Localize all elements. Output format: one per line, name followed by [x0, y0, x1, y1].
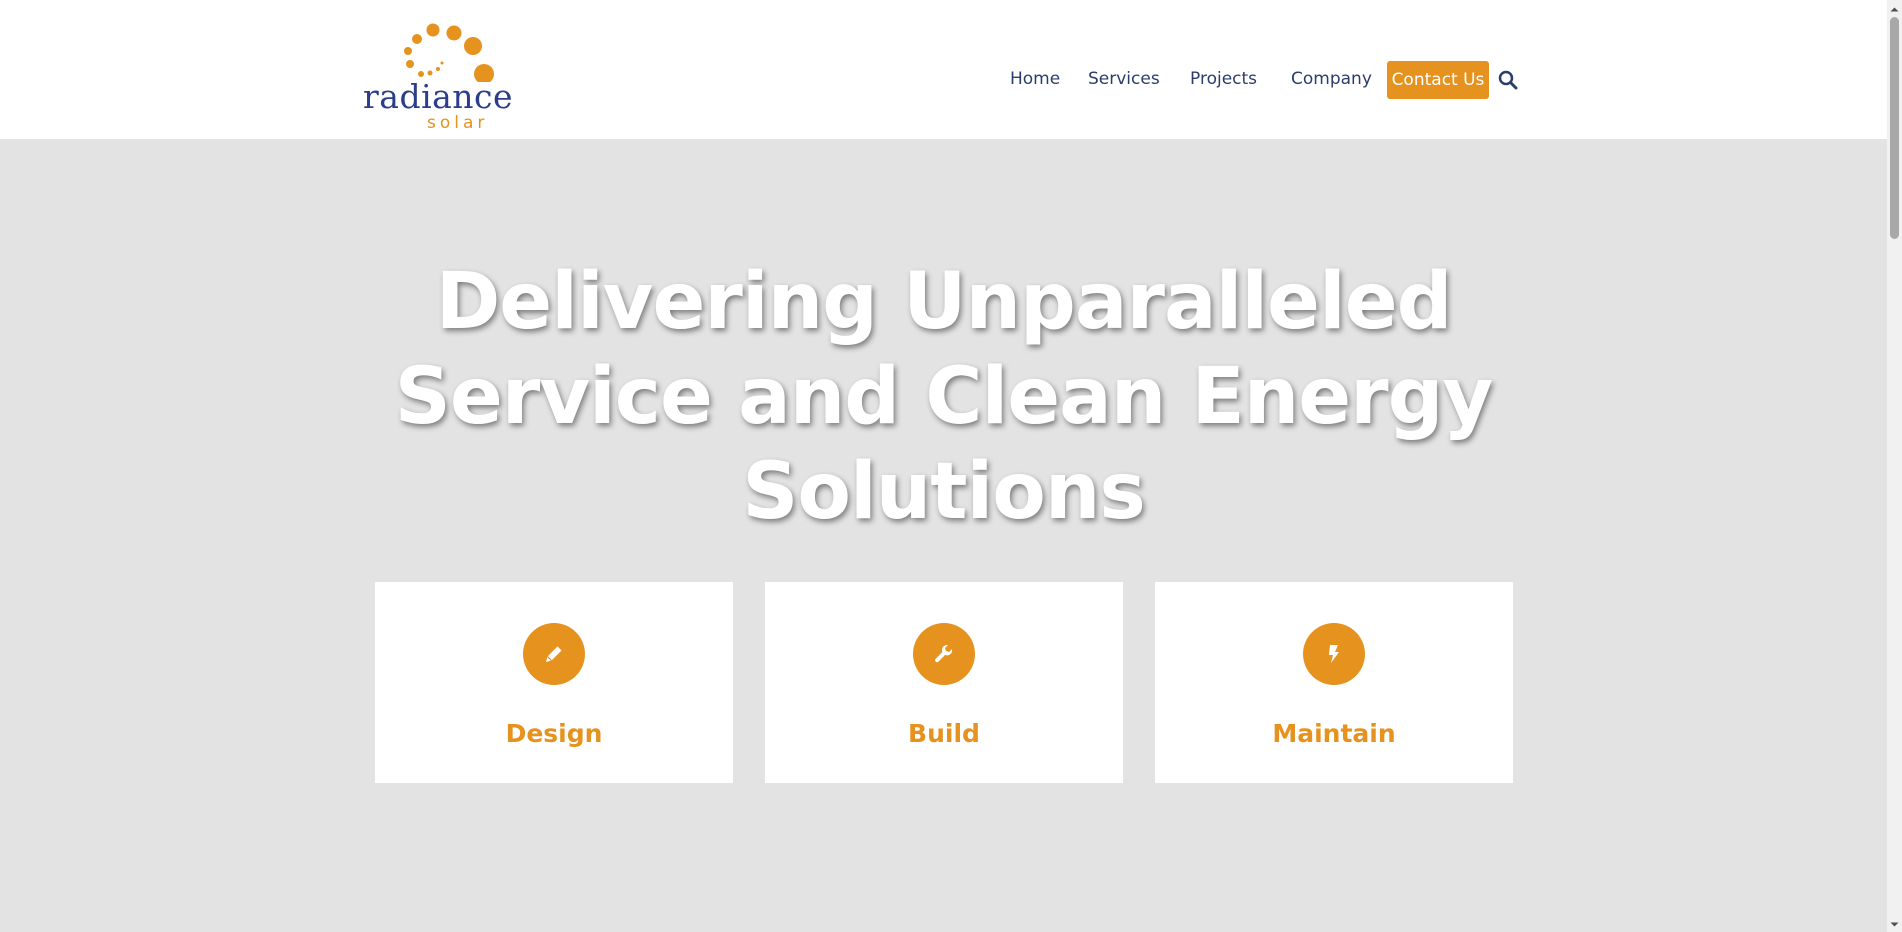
search-icon[interactable]: [1498, 70, 1518, 90]
hero-line-3: Solutions: [742, 447, 1146, 537]
scroll-up-arrow-icon[interactable]: [1887, 2, 1902, 17]
site-header: radiance solar Home Services Projects Co…: [0, 0, 1887, 139]
contact-us-button[interactable]: Contact Us: [1387, 61, 1489, 99]
bolt-icon: [1303, 623, 1365, 685]
design-card[interactable]: Design: [375, 582, 733, 783]
scroll-down-arrow-icon[interactable]: [1887, 917, 1902, 932]
logo-subtitle: solar: [427, 113, 489, 133]
card-title-maintain: Maintain: [1272, 719, 1396, 748]
logo-dots-graphic: [404, 23, 494, 82]
logo-wordmark: radiance: [363, 77, 514, 116]
build-card[interactable]: Build: [765, 582, 1123, 783]
page-scrollbar[interactable]: [1887, 0, 1902, 932]
radiance-solar-logo[interactable]: radiance solar: [363, 22, 513, 134]
hero-line-1: Delivering Unparalleled: [435, 257, 1453, 347]
card-title-build: Build: [908, 719, 980, 748]
nav-company[interactable]: Company: [1291, 69, 1372, 89]
pencil-icon: [523, 623, 585, 685]
nav-projects[interactable]: Projects: [1190, 69, 1257, 89]
scrollbar-thumb[interactable]: [1890, 17, 1899, 239]
nav-services[interactable]: Services: [1088, 69, 1160, 89]
wrench-icon: [913, 623, 975, 685]
hero-heading: Delivering Unparalleled Service and Clea…: [0, 255, 1887, 540]
maintain-card[interactable]: Maintain: [1155, 582, 1513, 783]
hero-line-2: Service and Clean Energy: [394, 352, 1494, 442]
card-title-design: Design: [505, 719, 603, 748]
nav-home[interactable]: Home: [1010, 69, 1060, 89]
